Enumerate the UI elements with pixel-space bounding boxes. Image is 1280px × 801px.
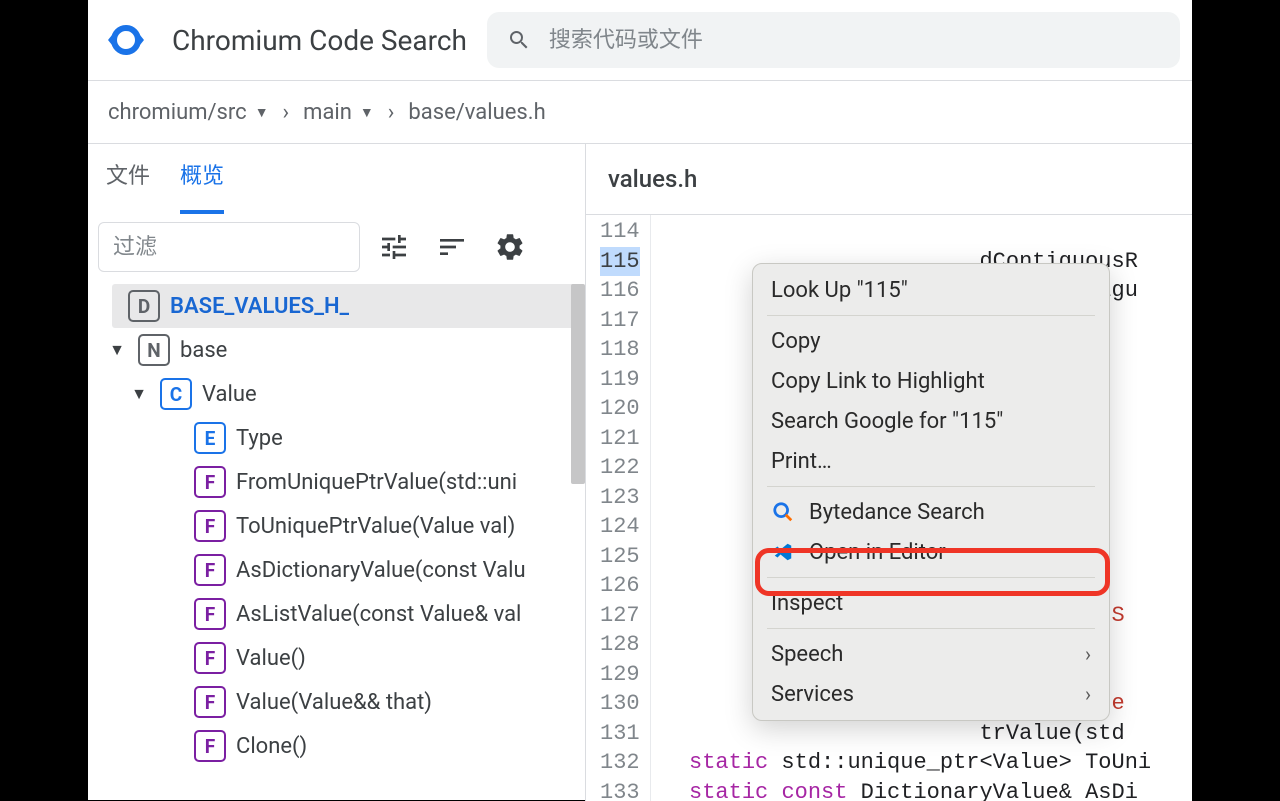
code-line: static std::unique_ptr<Value> ToUni	[663, 748, 1152, 778]
function-badge-icon: F	[194, 642, 226, 674]
search-icon	[507, 28, 531, 52]
outline-label: AsListValue(const Value& val	[236, 602, 521, 627]
breadcrumb-repo[interactable]: chromium/src ▼	[108, 100, 269, 125]
menu-separator	[767, 486, 1095, 487]
breadcrumb-repo-label: chromium/src	[108, 100, 247, 125]
define-badge-icon: D	[128, 290, 160, 322]
outline-label: BASE_VALUES_H_	[170, 294, 349, 319]
search-bar[interactable]	[487, 12, 1180, 68]
chevron-right-icon: ›	[283, 100, 290, 125]
outline-label: Value()	[236, 646, 306, 671]
breadcrumb: chromium/src ▼ › main ▼ › base/values.h	[88, 81, 1192, 143]
breadcrumb-path-label: base/values.h	[408, 100, 545, 125]
outline-item-function[interactable]: F AsListValue(const Value& val	[88, 592, 585, 636]
gear-icon[interactable]	[486, 223, 534, 271]
menu-copy-link[interactable]: Copy Link to Highlight	[753, 361, 1109, 401]
code-line: static const DictionaryValue& AsDi	[663, 778, 1152, 801]
outline-label: FromUniquePtrValue(std::uni	[236, 470, 517, 495]
code-filename: values.h	[586, 143, 1192, 215]
menu-copy[interactable]: Copy	[753, 321, 1109, 361]
scrollbar[interactable]	[571, 284, 585, 484]
breadcrumb-path[interactable]: base/values.h	[408, 100, 545, 125]
menu-separator	[767, 628, 1095, 629]
code-line	[663, 217, 1152, 247]
function-badge-icon: F	[194, 686, 226, 718]
tab-overview[interactable]: 概览	[180, 158, 224, 214]
outline-label: AsDictionaryValue(const Valu	[236, 558, 526, 583]
outline-label: ToUniquePtrValue(Value val)	[236, 514, 515, 539]
outline-label: base	[180, 338, 227, 363]
search-input[interactable]	[549, 27, 1160, 53]
context-menu: Look Up "115" Copy Copy Link to Highligh…	[752, 263, 1110, 721]
function-badge-icon: F	[194, 554, 226, 586]
outline-label: Value(Value&& that)	[236, 690, 432, 715]
menu-bytedance-search[interactable]: Bytedance Search	[753, 492, 1109, 532]
menu-separator	[767, 577, 1095, 578]
function-badge-icon: F	[194, 730, 226, 762]
chevron-down-icon: ▼	[360, 104, 374, 121]
chevron-down-icon: ▼	[255, 104, 269, 121]
vscode-icon	[771, 540, 795, 564]
app-title: Chromium Code Search	[172, 24, 467, 57]
outline-label: Type	[236, 426, 283, 451]
outline-item-function[interactable]: F FromUniquePtrValue(std::uni	[88, 460, 585, 504]
breadcrumb-branch-label: main	[303, 100, 352, 125]
app-logo-icon	[100, 14, 152, 66]
outline-list: D BASE_VALUES_H_ ▼ N base ▼ C Value E Ty…	[88, 280, 585, 801]
app-header: Chromium Code Search	[88, 0, 1192, 80]
menu-lookup[interactable]: Look Up "115"	[753, 270, 1109, 310]
tune-icon[interactable]	[370, 223, 418, 271]
function-badge-icon: F	[194, 510, 226, 542]
outline-item-function[interactable]: F AsDictionaryValue(const Valu	[88, 548, 585, 592]
outline-item-enum[interactable]: E Type	[88, 416, 585, 460]
line-gutter[interactable]: 1141151161171181191201211221231241251261…	[586, 215, 651, 801]
enum-badge-icon: E	[194, 422, 226, 454]
chevron-right-icon: ›	[388, 100, 395, 125]
filter-input[interactable]	[98, 222, 360, 272]
outline-item-function[interactable]: F Value()	[88, 636, 585, 680]
code-line: trValue(std	[663, 719, 1152, 749]
outline-label: Value	[202, 382, 257, 407]
breadcrumb-branch[interactable]: main ▼	[303, 100, 374, 125]
function-badge-icon: F	[194, 598, 226, 630]
menu-separator	[767, 315, 1095, 316]
outline-item-namespace[interactable]: ▼ N base	[88, 328, 585, 372]
outline-item-define[interactable]: D BASE_VALUES_H_	[112, 284, 577, 328]
outline-item-function[interactable]: F Clone()	[88, 724, 585, 768]
magnifier-blue-icon	[771, 500, 795, 524]
menu-print[interactable]: Print…	[753, 441, 1109, 481]
sidebar: 文件 概览 D BASE_VALUES_H_	[88, 143, 586, 801]
menu-inspect[interactable]: Inspect	[753, 583, 1109, 623]
namespace-badge-icon: N	[138, 334, 170, 366]
outline-item-function[interactable]: F Value(Value&& that)	[88, 680, 585, 724]
outline-item-class[interactable]: ▼ C Value	[88, 372, 585, 416]
menu-speech[interactable]: Speech›	[753, 634, 1109, 674]
sort-icon[interactable]	[428, 223, 476, 271]
function-badge-icon: F	[194, 466, 226, 498]
class-badge-icon: C	[160, 378, 192, 410]
menu-open-in-editor[interactable]: Open in Editor	[753, 532, 1109, 572]
tab-files[interactable]: 文件	[106, 158, 150, 214]
menu-services[interactable]: Services›	[753, 674, 1109, 714]
collapse-icon[interactable]: ▼	[128, 384, 150, 404]
outline-item-function[interactable]: F ToUniquePtrValue(Value val)	[88, 504, 585, 548]
outline-label: Clone()	[236, 734, 307, 759]
submenu-arrow-icon: ›	[1085, 642, 1091, 666]
menu-search-google[interactable]: Search Google for "115"	[753, 401, 1109, 441]
collapse-icon[interactable]: ▼	[106, 340, 128, 360]
submenu-arrow-icon: ›	[1085, 682, 1091, 706]
